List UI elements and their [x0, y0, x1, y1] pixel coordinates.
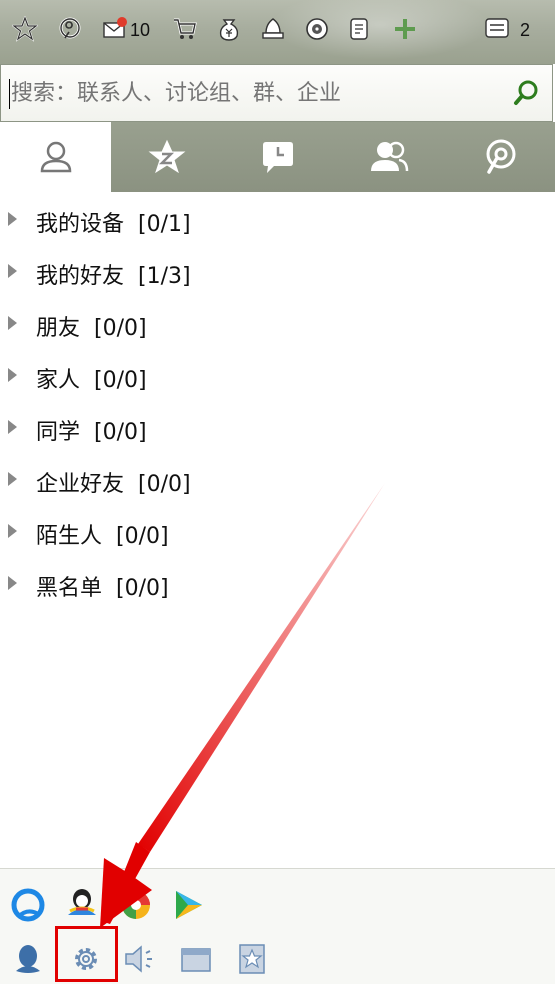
search-input[interactable] [11, 75, 491, 111]
tab-recent[interactable] [222, 122, 333, 192]
expand-arrow-icon[interactable] [8, 420, 17, 434]
message-count: 2 [520, 20, 531, 40]
file-manager-icon[interactable] [176, 939, 216, 979]
zone-icon[interactable] [57, 16, 83, 42]
group-row-classmates[interactable]: 同学 [0/0] [0, 402, 555, 454]
expand-arrow-icon[interactable] [8, 316, 17, 330]
group-name: 朋友 [36, 316, 81, 341]
group-name: 企业好友 [36, 472, 125, 497]
group-row-my-friends[interactable]: 我的好友 [1/3] [0, 246, 555, 298]
favorites-box-icon[interactable] [232, 939, 272, 979]
zone-icon [486, 139, 515, 174]
group-count: [0/0] [116, 524, 169, 549]
top-toolbar: 10 2 [0, 0, 555, 64]
star-z-icon [148, 139, 185, 174]
chat-clock-icon [262, 142, 293, 173]
money-bag-icon[interactable] [216, 16, 242, 42]
doc-icon[interactable] [346, 16, 372, 42]
mail-icon[interactable] [102, 16, 128, 42]
group-row-friends[interactable]: 朋友 [0/0] [0, 298, 555, 350]
group-count: [1/3] [138, 264, 191, 289]
main-tabs [0, 122, 555, 192]
group-name: 黑名单 [36, 576, 103, 601]
qq-browser-icon[interactable] [8, 885, 48, 925]
tab-groups[interactable] [333, 122, 444, 192]
expand-arrow-icon[interactable] [8, 264, 17, 278]
group-name: 陌生人 [36, 524, 103, 549]
group-row-blacklist[interactable]: 黑名单 [0/0] [0, 558, 555, 610]
bell-icon[interactable] [260, 16, 286, 42]
star-icon[interactable] [12, 16, 38, 42]
search-icon[interactable] [511, 77, 543, 109]
group-count: [0/1] [138, 212, 191, 237]
group-icon [370, 141, 408, 172]
expand-arrow-icon[interactable] [8, 472, 17, 486]
plus-icon[interactable] [392, 16, 418, 42]
expand-arrow-icon[interactable] [8, 212, 17, 226]
group-count: [0/0] [116, 576, 169, 601]
group-name: 我的设备 [36, 212, 125, 237]
qq-penguin-game-icon[interactable] [62, 883, 102, 923]
tab-favorites[interactable] [111, 122, 222, 192]
tab-zone[interactable] [444, 122, 555, 192]
expand-arrow-icon[interactable] [8, 368, 17, 382]
toolbar-background-cloud [270, 0, 490, 60]
cart-icon[interactable] [172, 16, 198, 42]
group-row-my-devices[interactable]: 我的设备 [0/1] [0, 194, 555, 246]
mail-count: 10 [130, 20, 151, 40]
expand-arrow-icon[interactable] [8, 576, 17, 590]
video-play-icon[interactable] [168, 885, 208, 925]
group-count: [0/0] [94, 420, 147, 445]
group-name: 同学 [36, 420, 81, 445]
message-box-icon[interactable] [484, 16, 510, 42]
group-row-strangers[interactable]: 陌生人 [0/0] [0, 506, 555, 558]
group-name: 家人 [36, 368, 81, 393]
expand-arrow-icon[interactable] [8, 524, 17, 538]
group-row-family[interactable]: 家人 [0/0] [0, 350, 555, 402]
settings-highlight-box [55, 926, 118, 982]
group-name: 我的好友 [36, 264, 125, 289]
qq-game-icon[interactable] [116, 885, 156, 925]
volume-icon[interactable] [120, 939, 160, 979]
tab-contacts[interactable] [0, 122, 111, 192]
main-menu-penguin-icon[interactable] [8, 939, 48, 979]
music-icon[interactable] [304, 16, 330, 42]
text-caret [9, 79, 10, 109]
group-count: [0/0] [94, 368, 147, 393]
person-icon [40, 141, 71, 173]
group-count: [0/0] [138, 472, 191, 497]
search-bar [0, 64, 553, 122]
group-count: [0/0] [94, 316, 147, 341]
group-row-enterprise-friends[interactable]: 企业好友 [0/0] [0, 454, 555, 506]
